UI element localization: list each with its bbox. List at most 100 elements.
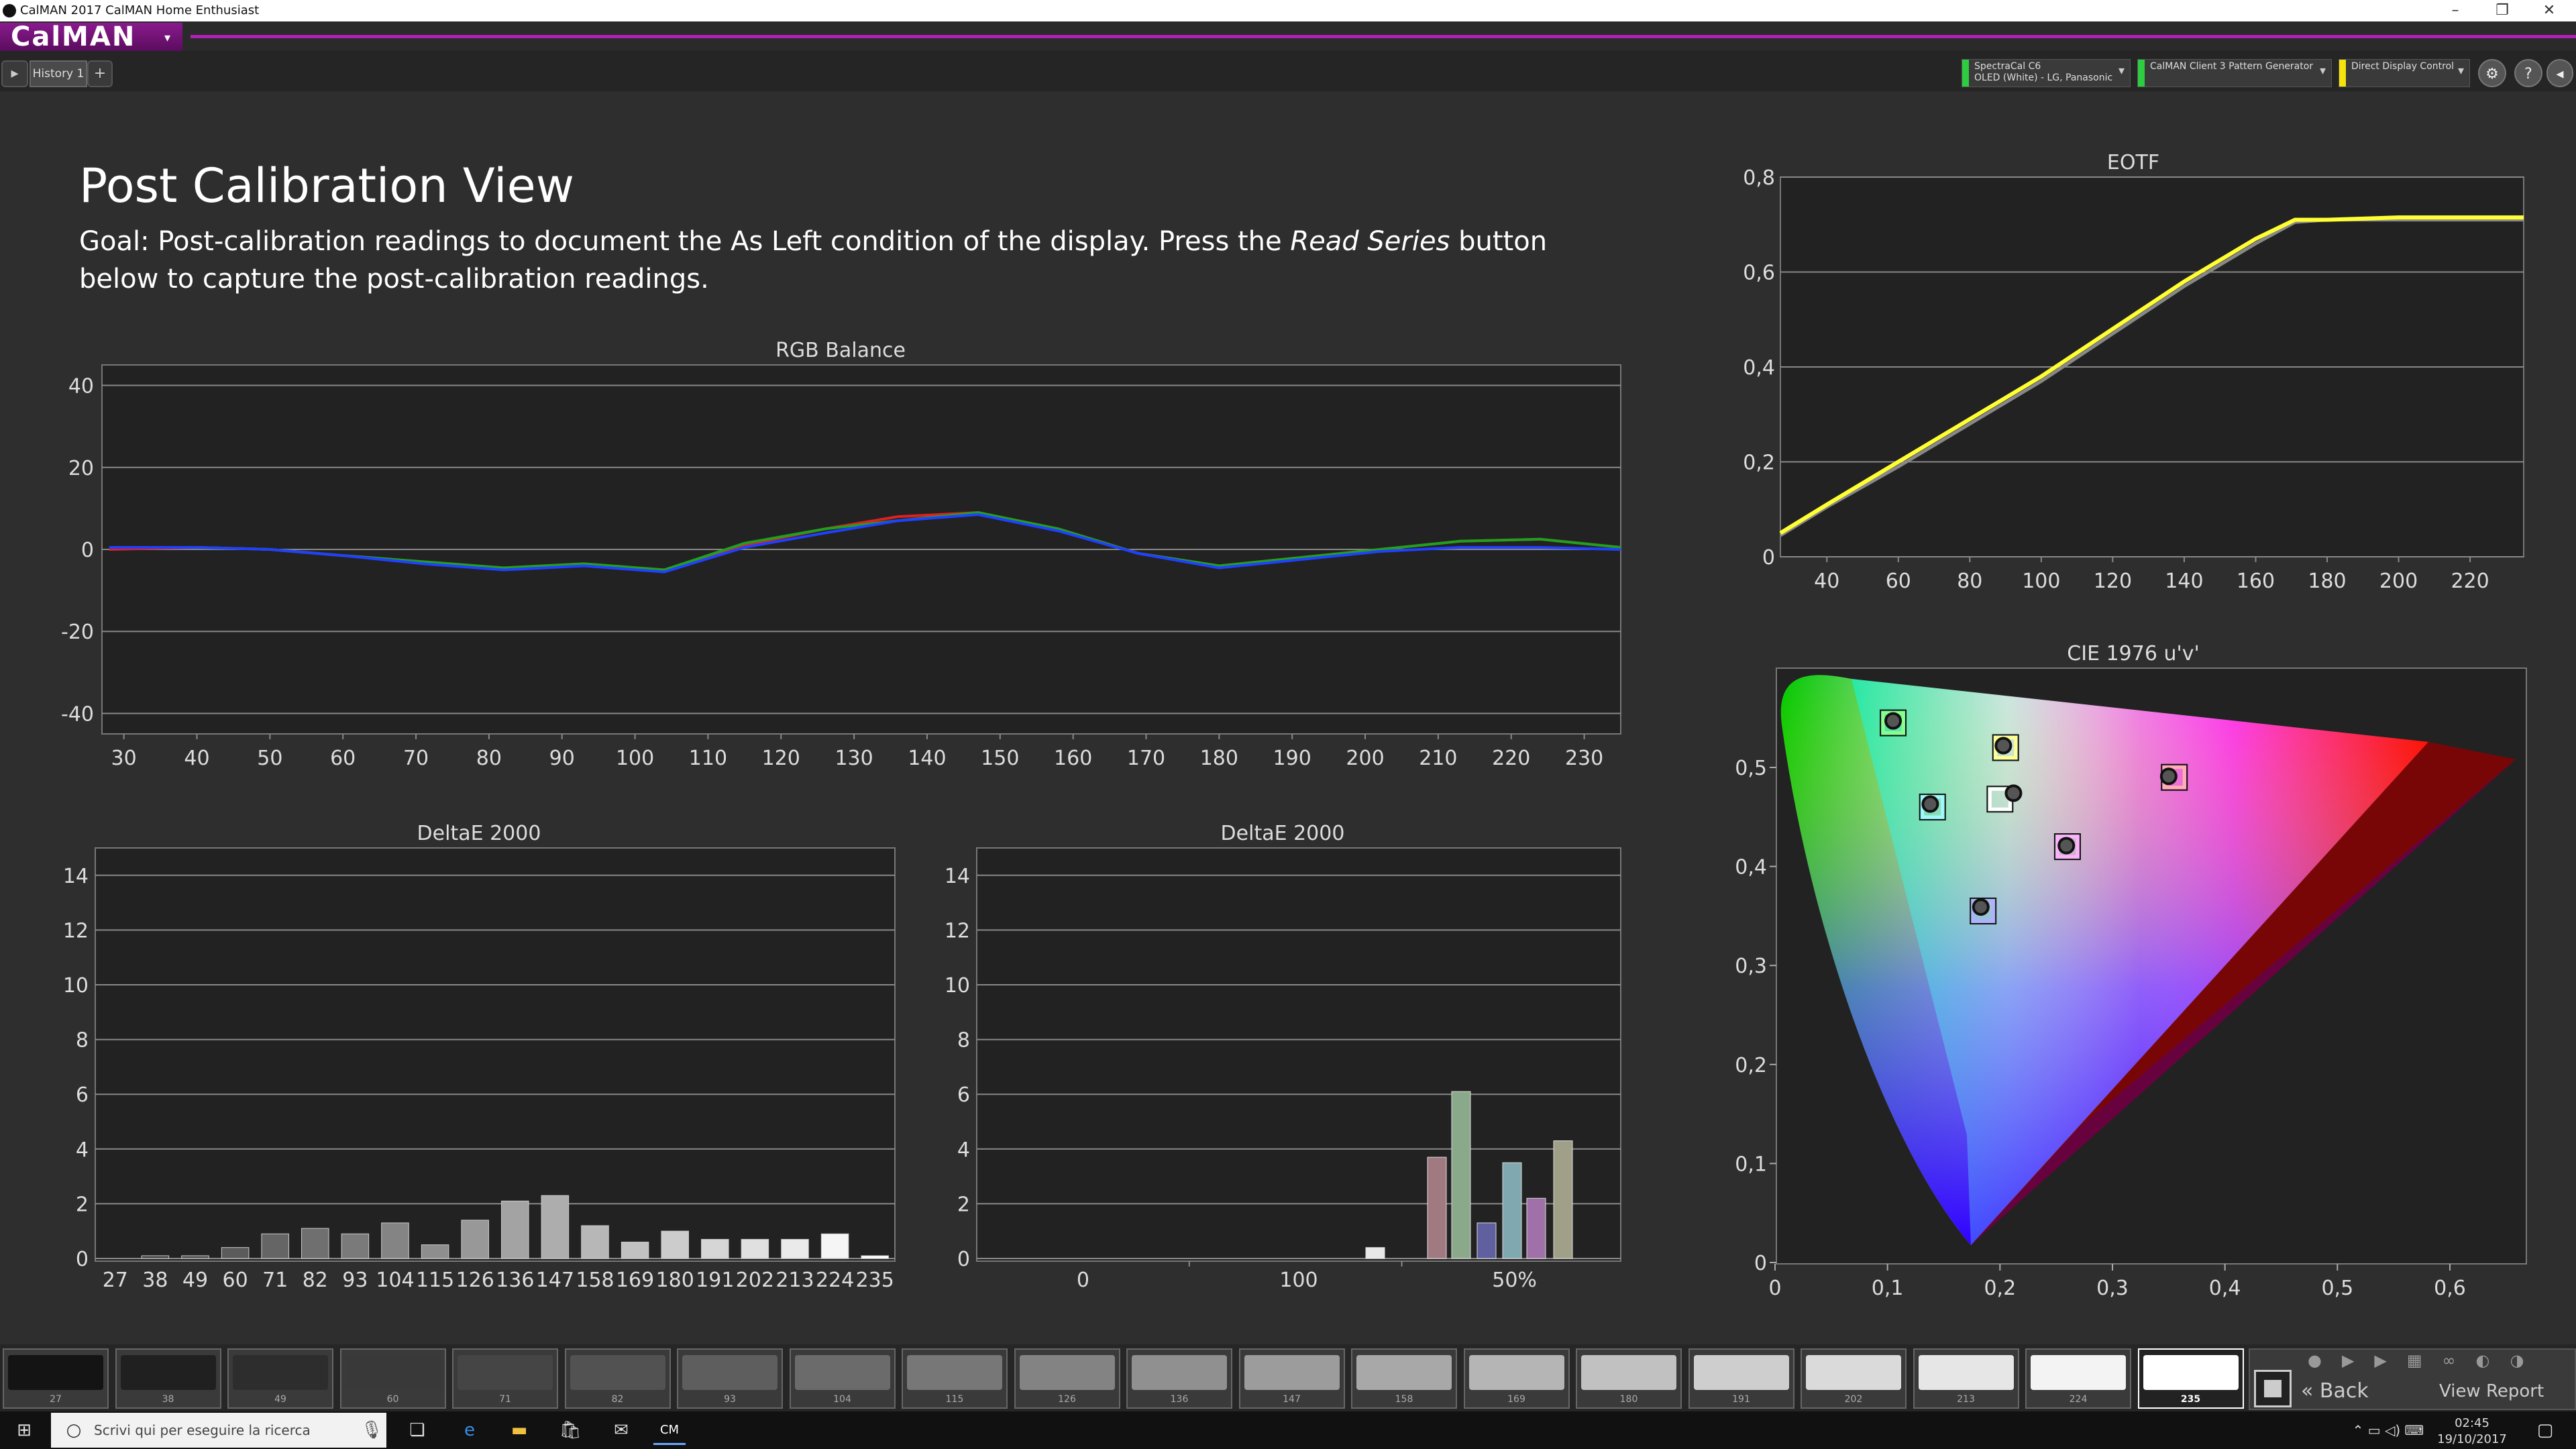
cie-y-tick-label: 0,1 xyxy=(1735,1152,1767,1176)
patch-swatch[interactable]: 104 xyxy=(789,1348,896,1409)
deltae-grayscale-x-ticks: 27 38 49 60 71 82 93 104 115 126 136 147 158 169 180 19… xyxy=(103,1269,894,1292)
deltae-gray-x-tick-label: 158 xyxy=(576,1269,614,1292)
rgb-x-tick-label: 60 xyxy=(330,747,356,770)
patch-swatch[interactable]: 224 xyxy=(2025,1348,2131,1409)
patch-color xyxy=(1356,1355,1452,1390)
deltae-colorchecker-y-ticks: 14 12 10 8 6 4 2 0 xyxy=(945,865,970,1271)
patch-swatch[interactable]: 27 xyxy=(3,1348,109,1409)
back-icon: « xyxy=(2301,1379,2320,1403)
patch-swatch[interactable]: 38 xyxy=(115,1348,221,1409)
eotf-y-tick-label: 0,2 xyxy=(1743,451,1775,475)
view-report-button[interactable]: View Report xyxy=(2439,1378,2544,1405)
deltae-gray-bar xyxy=(621,1242,649,1259)
patch-label: 71 xyxy=(499,1394,511,1405)
rgb-x-tick-label: 200 xyxy=(1346,747,1384,770)
patch-swatch[interactable]: 136 xyxy=(1126,1348,1232,1409)
notifications-icon[interactable]: ▢ xyxy=(2529,1415,2561,1445)
taskbar-search-input[interactable]: Scrivi qui per eseguire la ricerca xyxy=(51,1413,386,1448)
cie-y-tick-label: 0 xyxy=(1754,1252,1767,1275)
windows-start-icon[interactable]: ⊞ xyxy=(8,1415,40,1445)
deltae-color-bar xyxy=(1477,1222,1497,1259)
file-explorer-icon[interactable]: ▬ xyxy=(503,1415,535,1445)
patch-color xyxy=(2143,1355,2239,1390)
patch-swatch[interactable]: 158 xyxy=(1351,1348,1457,1409)
patch-label: 60 xyxy=(386,1394,399,1405)
deltae-gray-x-tick-label: 147 xyxy=(536,1269,574,1292)
deltae-color-bar xyxy=(1553,1140,1573,1259)
patch-color xyxy=(8,1355,103,1390)
mail-icon[interactable]: ✉ xyxy=(605,1415,637,1445)
patch-swatch[interactable]: 147 xyxy=(1238,1348,1345,1409)
task-view-icon[interactable]: ❏ xyxy=(401,1415,433,1445)
patch-swatch[interactable]: 71 xyxy=(452,1348,558,1409)
patch-swatch[interactable]: 191 xyxy=(1688,1348,1794,1409)
taskbar-clock[interactable]: 02:45 19/10/2017 xyxy=(2428,1413,2516,1448)
patch-swatch[interactable]: 115 xyxy=(902,1348,1008,1409)
cie-x-tick-label: 0 xyxy=(1768,1277,1781,1300)
calman-taskbar-icon[interactable]: CM xyxy=(653,1415,686,1445)
deltae-gray-bar xyxy=(461,1220,489,1259)
cie-x-tick-label: 0,3 xyxy=(2096,1277,2129,1300)
cie-measured-point xyxy=(2004,784,2023,802)
deltae-gray-y-tick-label: 4 xyxy=(76,1138,89,1162)
rgb-balance-title: RGB Balance xyxy=(775,339,906,362)
read-controls-icons[interactable]: ●▶▶▦∞◐◑ xyxy=(2308,1351,2563,1371)
deltae-color-bar xyxy=(1365,1247,1385,1259)
eotf-y-tick-label: 0,6 xyxy=(1743,262,1775,285)
cie-measured-point xyxy=(2057,837,2076,855)
rgb-x-tick-label: 230 xyxy=(1565,747,1603,770)
patch-swatch[interactable]: 169 xyxy=(1463,1348,1570,1409)
eotf-y-tick-label: 0,8 xyxy=(1743,166,1775,190)
cie-x-tick-label: 0,5 xyxy=(2321,1277,2353,1300)
eotf-x-tick-label: 120 xyxy=(2094,570,2132,593)
edge-browser-icon[interactable]: e xyxy=(453,1415,486,1445)
patch-swatch[interactable]: 93 xyxy=(677,1348,783,1409)
patch-label: 49 xyxy=(274,1394,286,1405)
patch-swatch[interactable]: 126 xyxy=(1014,1348,1120,1409)
rgb-y-tick-label: 20 xyxy=(68,457,94,480)
deltae-color-bar xyxy=(1451,1091,1471,1259)
deltae-gray-x-tick-label: 235 xyxy=(856,1269,894,1292)
rgb-x-tick-label: 30 xyxy=(111,747,137,770)
rgb-x-tick-label: 40 xyxy=(184,747,209,770)
cie-x-tick-label: 0,1 xyxy=(1872,1277,1904,1300)
store-icon[interactable]: 🛍 xyxy=(554,1415,586,1445)
patch-label: 93 xyxy=(724,1394,736,1405)
system-tray-icons[interactable]: ⌃ ▭ ◁) ⌨ xyxy=(2341,1415,2435,1445)
rgb-x-tick-label: 90 xyxy=(549,747,575,770)
rgb-x-tick-label: 190 xyxy=(1273,747,1311,770)
deltae-gray-x-tick-label: 38 xyxy=(142,1269,168,1292)
eotf-x-tick-label: 160 xyxy=(2237,570,2275,593)
microphone-icon[interactable]: 🎙 xyxy=(356,1415,388,1445)
patch-swatch[interactable]: 213 xyxy=(1913,1348,2019,1409)
cie-y-ticks: 0,5 0,4 0,3 0,2 0,1 0 xyxy=(1735,757,1767,1275)
rgb-x-tick-label: 160 xyxy=(1054,747,1092,770)
deltae-gray-bar xyxy=(141,1255,170,1259)
deltae-color-x-tick-label: 50% xyxy=(1492,1269,1537,1292)
deltae-colorchecker-title: DeltaE 2000 xyxy=(1221,822,1345,845)
patch-swatch[interactable]: 60 xyxy=(339,1348,446,1409)
patch-swatch[interactable]: 202 xyxy=(1801,1348,1907,1409)
patch-swatch[interactable]: 235 xyxy=(2137,1348,2244,1409)
patch-swatch[interactable]: 82 xyxy=(564,1348,671,1409)
deltae-color-x-tick-label: 100 xyxy=(1279,1269,1318,1292)
stop-button[interactable] xyxy=(2254,1370,2292,1407)
eotf-y-ticks: 0,8 0,6 0,4 0,2 0 xyxy=(1743,166,1775,570)
cie-y-tick-label: 0,2 xyxy=(1735,1054,1767,1077)
patch-color xyxy=(1468,1355,1564,1390)
patch-label: 136 xyxy=(1170,1394,1189,1405)
deltae-color-bar xyxy=(1502,1162,1522,1259)
deltae-color-x-tick-label: 0 xyxy=(1077,1269,1089,1292)
rgb-x-tick-label: 100 xyxy=(616,747,654,770)
back-button[interactable]: « Back xyxy=(2301,1378,2369,1405)
patch-swatch[interactable]: 180 xyxy=(1576,1348,1682,1409)
patch-color xyxy=(1019,1355,1115,1390)
deltae-colorchecker-x-ticks: 0 100 50% xyxy=(1077,1269,1537,1292)
patch-color xyxy=(1132,1355,1227,1390)
patch-color xyxy=(682,1355,777,1390)
cie-measured-point xyxy=(1884,712,1902,730)
patch-color xyxy=(570,1355,665,1390)
deltae-grayscale-title: DeltaE 2000 xyxy=(417,822,541,845)
patch-swatch[interactable]: 49 xyxy=(227,1348,333,1409)
deltae-gray-x-tick-label: 104 xyxy=(376,1269,414,1292)
